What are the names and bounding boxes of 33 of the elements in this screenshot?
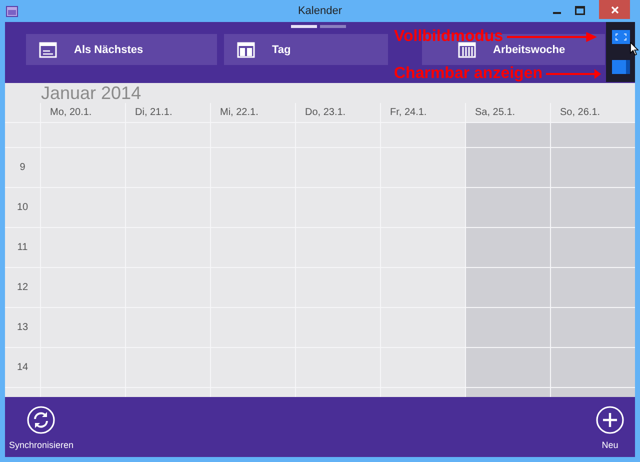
plus-icon bbox=[596, 406, 624, 434]
day-header: So, 26.1. bbox=[559, 106, 602, 120]
view-button[interactable]: Tag bbox=[224, 34, 388, 65]
hour-label: 13 bbox=[16, 322, 28, 333]
hour-label: 11 bbox=[17, 242, 28, 253]
hour-label: 14 bbox=[16, 362, 28, 373]
hour-label: 12 bbox=[16, 282, 28, 293]
cursor-icon bbox=[630, 42, 639, 56]
fullscreen-icon[interactable] bbox=[612, 30, 630, 44]
hour-label: 9 bbox=[20, 162, 26, 173]
annotation-arrow bbox=[546, 69, 602, 79]
day-header: Fr, 24.1. bbox=[389, 106, 428, 120]
view-button[interactable]: Als Nächstes bbox=[26, 34, 217, 65]
day-header: Do, 23.1. bbox=[304, 106, 347, 120]
columns-icon bbox=[237, 42, 255, 58]
month-heading: Januar 2014 bbox=[40, 83, 142, 103]
close-button[interactable] bbox=[599, 0, 630, 19]
day-header: Sa, 25.1. bbox=[474, 106, 516, 120]
annotation-label: Charmbar anzeigen bbox=[394, 65, 542, 83]
calendar-icon bbox=[6, 6, 18, 16]
close-icon bbox=[610, 6, 618, 14]
agenda-icon bbox=[39, 42, 57, 58]
sidebar-icon[interactable] bbox=[612, 60, 630, 74]
app-bar-button[interactable]: Synchronisieren bbox=[9, 406, 74, 450]
day-header: Mi, 22.1. bbox=[219, 106, 260, 120]
window-title: Kalender bbox=[296, 5, 344, 17]
app-bar-button[interactable]: Neu bbox=[596, 406, 624, 450]
maximize-icon[interactable] bbox=[575, 6, 585, 15]
hour-label: 10 bbox=[16, 202, 28, 213]
day-header: Di, 21.1. bbox=[134, 106, 174, 120]
week-icon bbox=[458, 42, 476, 58]
sync-icon bbox=[27, 406, 56, 434]
day-header: Mo, 20.1. bbox=[49, 106, 93, 120]
